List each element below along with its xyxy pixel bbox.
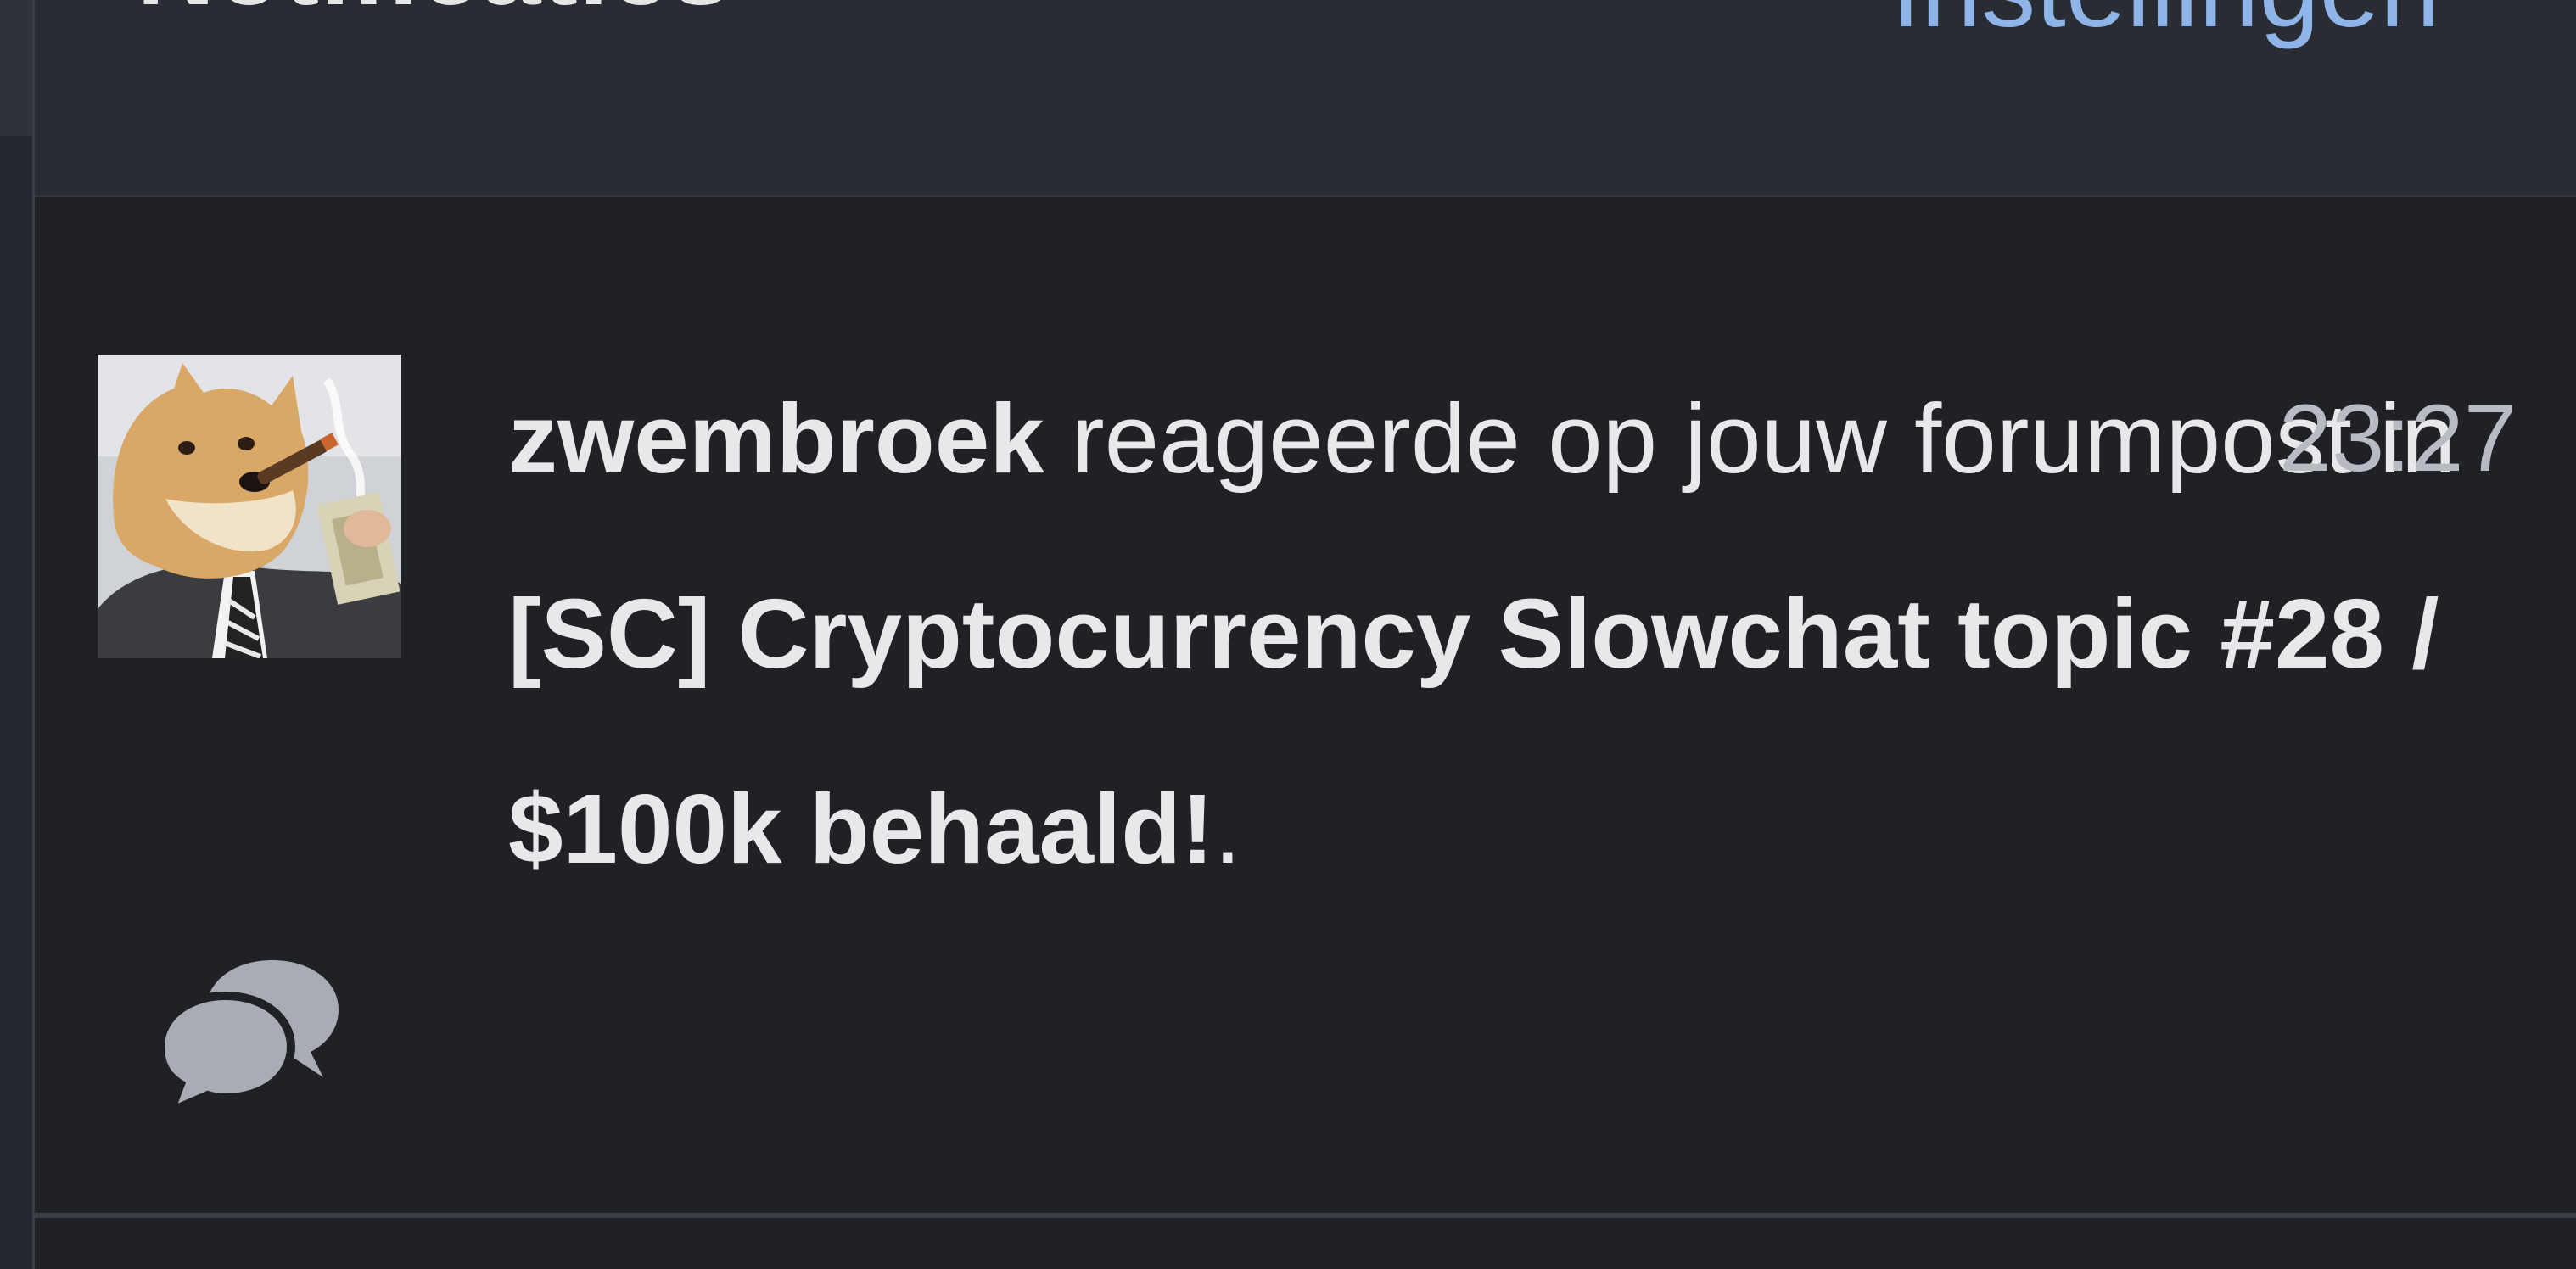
notification-message: zwembroek reageerde op jouw forumpost in…	[508, 341, 2460, 926]
side-rail-accent	[0, 0, 32, 136]
next-item-area	[35, 1218, 2576, 1269]
panel-header: Notificaties Instellingen	[35, 0, 2576, 195]
settings-link[interactable]: Instellingen	[1890, 0, 2440, 52]
notification-trailing-punctuation: .	[1213, 774, 1242, 884]
chat-bubbles-icon	[145, 943, 349, 1113]
notification-timestamp: 23:27	[2278, 385, 2517, 491]
doge-avatar-image	[98, 355, 401, 658]
notifications-screen: Notificaties Instellingen	[0, 0, 2576, 1269]
page-title: Notificaties	[137, 0, 732, 30]
user-avatar[interactable]	[98, 355, 401, 658]
notifications-panel: Notificaties Instellingen	[32, 0, 2576, 1269]
notification-item[interactable]: zwembroek reageerde op jouw forumpost in…	[35, 197, 2576, 1215]
side-rail	[0, 0, 32, 1269]
notification-action-text: reageerde op jouw forumpost in	[1044, 383, 2456, 494]
notification-username[interactable]: zwembroek	[508, 383, 1044, 494]
notification-topic-link[interactable]: [SC] Cryptocurrency Slowchat topic #28 /…	[508, 579, 2439, 884]
